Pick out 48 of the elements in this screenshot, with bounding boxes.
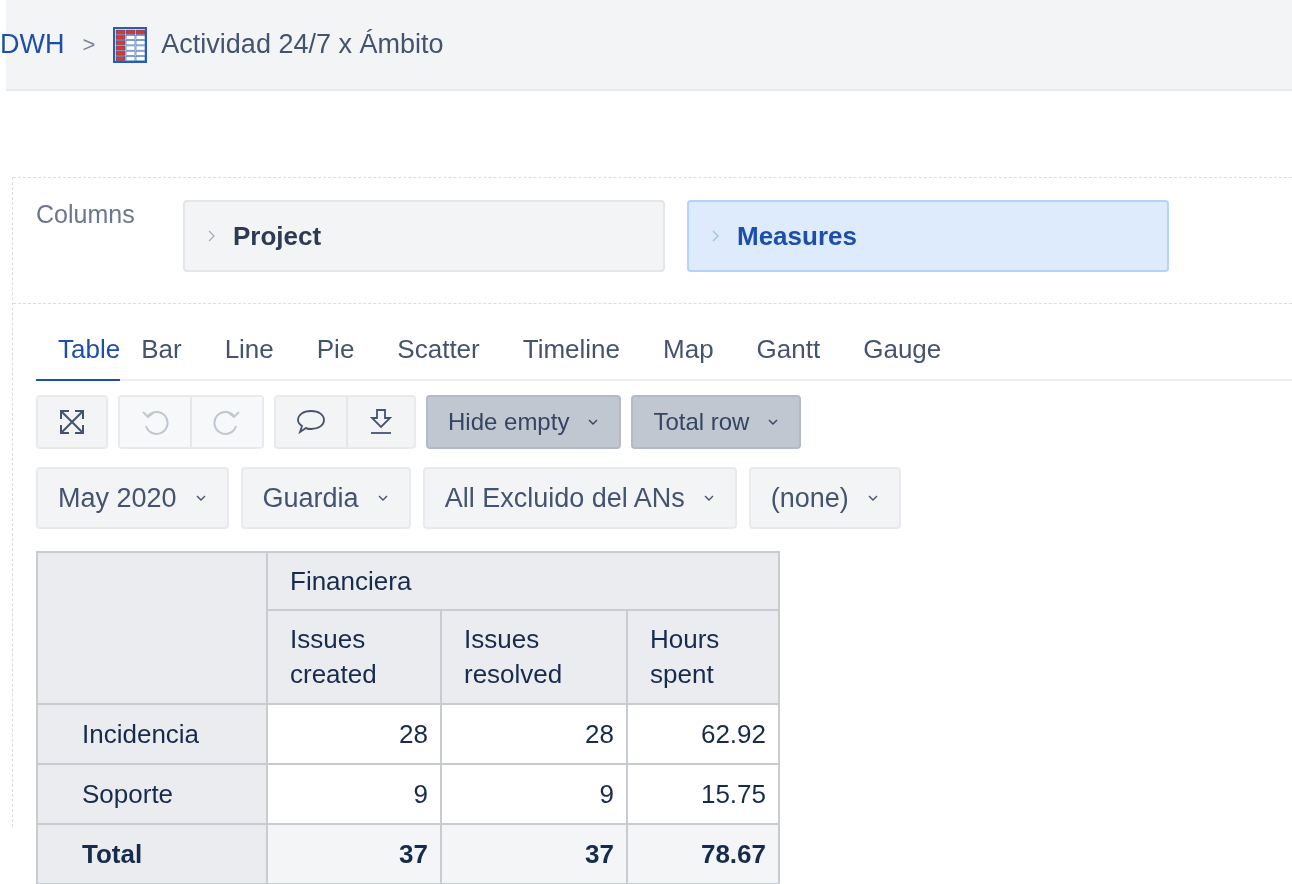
table-cell: 37	[441, 824, 627, 884]
table-cell: 37	[267, 824, 441, 884]
columns-label: Columns	[36, 200, 136, 229]
row-header: Total	[37, 824, 267, 884]
column-header: Hours spent	[627, 610, 779, 704]
caret-icon	[194, 493, 207, 503]
caret-icon	[587, 417, 600, 427]
toggle-dropdown[interactable]: Hide empty	[426, 395, 622, 449]
caret-icon	[376, 493, 389, 503]
view-tab[interactable]: Gantt	[756, 328, 821, 381]
speech-bubble-icon	[296, 409, 326, 435]
view-tab[interactable]: Timeline	[522, 328, 621, 381]
toggle-dropdown[interactable]: Total row	[631, 395, 802, 449]
dimension-chip[interactable]: Project	[183, 200, 665, 272]
download-icon	[368, 408, 394, 436]
filter-dropdown[interactable]: (none)	[748, 467, 901, 529]
view-tab[interactable]: Gauge	[863, 328, 942, 381]
view-tab[interactable]: Bar	[141, 328, 182, 381]
caret-icon	[767, 417, 780, 427]
view-tab[interactable]: Line	[224, 328, 274, 381]
row-header: Soporte	[37, 764, 267, 824]
table-cell: 28	[441, 704, 627, 764]
view-tab[interactable]: Map	[663, 328, 714, 381]
row-header: Incidencia	[37, 704, 267, 764]
expand-icon	[58, 408, 86, 436]
column-header: Issues resolved	[441, 610, 627, 704]
breadcrumb-separator: >	[82, 31, 96, 58]
column-header: Issues created	[267, 610, 441, 704]
page-title: Actividad 24/7 x Ámbito	[161, 29, 444, 60]
caret-icon	[866, 493, 879, 503]
breadcrumb-link[interactable]: DWH	[0, 29, 65, 60]
undo-icon	[140, 408, 170, 436]
table-icon	[113, 26, 148, 63]
redo-icon	[212, 408, 242, 436]
table-cell: 78.67	[627, 824, 779, 884]
chevron-icon	[711, 229, 721, 243]
caret-icon	[702, 493, 715, 503]
view-tab[interactable]: Pie	[316, 328, 355, 381]
dimension-chip[interactable]: Measures	[687, 200, 1169, 272]
filter-dropdown[interactable]: Guardia	[240, 467, 411, 529]
chevron-icon	[207, 229, 217, 243]
view-tab[interactable]: Scatter	[397, 328, 480, 381]
filter-dropdown[interactable]: All Excluido del ANs	[422, 467, 737, 529]
filter-dropdown[interactable]: May 2020	[36, 467, 229, 529]
view-tab[interactable]: Table	[36, 328, 121, 381]
column-group-header: Financiera	[267, 552, 779, 610]
table-cell: 28	[267, 704, 441, 764]
table-cell: 62.92	[627, 704, 779, 764]
